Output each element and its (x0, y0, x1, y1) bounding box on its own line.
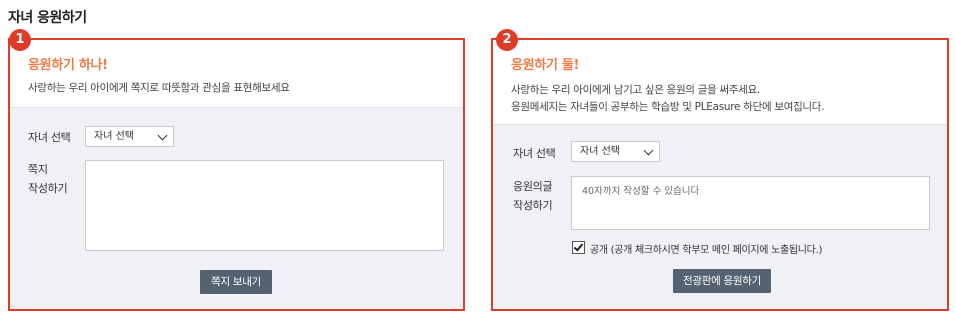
panel-title: 응원하기 하나! (28, 58, 108, 73)
panel-title: 응원하기 둘! (511, 58, 580, 73)
message-label: 응원의글 작성하기 (513, 177, 553, 215)
cheer-message-panel: 응원하기 둘! 사랑하는 우리 아이에게 남기고 싶은 응원의 글을 써주세요.… (491, 38, 949, 311)
public-checkbox-label: 공개 (공개 체크하시면 학부모 메인 페이지에 노출됩니다.) (590, 245, 823, 256)
step-badge-2: 2 (496, 29, 518, 51)
panel-description: 사랑하는 우리 아이에게 쪽지로 따뜻함과 관심을 표현해보세요 (28, 82, 290, 94)
child-select-value: 자녀 선택 (580, 146, 620, 157)
note-label-line2: 작성하기 (28, 182, 68, 195)
note-label: 쪽지 작성하기 (28, 160, 68, 198)
public-checkbox[interactable] (572, 241, 585, 254)
message-label-line1: 응원의글 (513, 180, 553, 193)
child-select[interactable]: 자녀 선택 (85, 126, 174, 147)
description-line2: 응원메세지는 자녀들이 공부하는 학습방 및 PLEasure 하단에 보여집니… (511, 101, 825, 113)
message-label-line2: 작성하기 (513, 199, 553, 212)
message-textarea[interactable]: 40자까지 작성할 수 있습니다 (571, 176, 930, 230)
check-icon (573, 241, 584, 252)
panel-header: 응원하기 둘! 사랑하는 우리 아이에게 남기고 싶은 응원의 글을 써주세요.… (493, 40, 947, 125)
child-select-label: 자녀 선택 (513, 147, 556, 160)
child-select-value: 자녀 선택 (94, 131, 134, 142)
chevron-down-icon (643, 145, 654, 156)
description-line1: 사랑하는 우리 아이에게 남기고 싶은 응원의 글을 써주세요. (511, 84, 760, 96)
cheer-note-panel: 응원하기 하나! 사랑하는 우리 아이에게 쪽지로 따뜻함과 관심을 표현해보세… (8, 38, 465, 311)
send-note-button[interactable]: 쪽지 보내기 (200, 270, 272, 294)
chevron-down-icon (157, 130, 168, 141)
step-badge-1: 1 (9, 29, 31, 51)
submit-cheer-button[interactable]: 전광판에 응원하기 (673, 269, 771, 293)
note-label-line1: 쪽지 (28, 163, 48, 176)
child-select[interactable]: 자녀 선택 (571, 141, 660, 162)
panel-header: 응원하기 하나! 사랑하는 우리 아이에게 쪽지로 따뜻함과 관심을 표현해보세… (10, 40, 463, 108)
child-select-label: 자녀 선택 (28, 131, 71, 144)
page-title: 자녀 응원하기 (8, 10, 87, 26)
note-textarea[interactable] (85, 160, 444, 251)
panel-description: 사랑하는 우리 아이에게 남기고 싶은 응원의 글을 써주세요. 응원메세지는 … (511, 82, 947, 116)
